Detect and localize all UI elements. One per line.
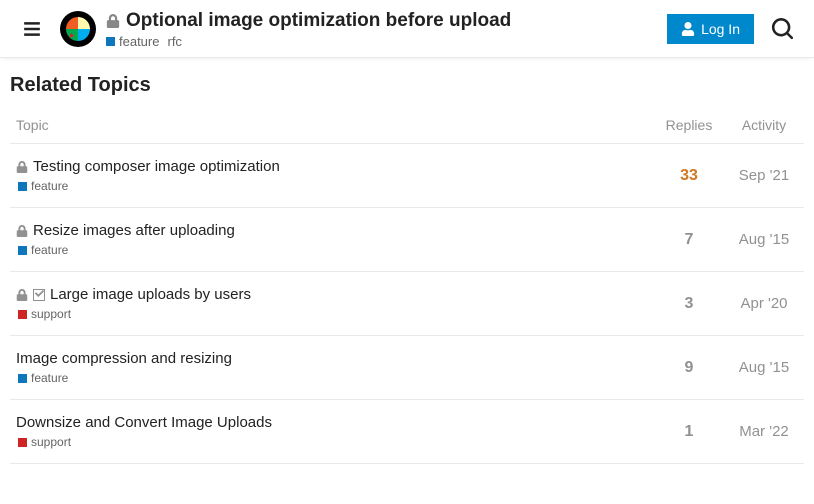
solved-icon	[33, 289, 45, 301]
lock-icon	[16, 289, 28, 301]
category-badge[interactable]: support	[18, 435, 648, 449]
reply-count[interactable]: 3	[654, 272, 724, 336]
category-badge[interactable]: support	[18, 307, 648, 321]
activity-date[interactable]: Apr '20	[724, 272, 804, 336]
login-label: Log In	[701, 21, 740, 37]
activity-date[interactable]: Aug '15	[724, 336, 804, 400]
search-button[interactable]	[760, 7, 804, 51]
reply-count[interactable]: 9	[654, 336, 724, 400]
topic-title-block: Optional image optimization before uploa…	[106, 8, 667, 49]
col-header-activity[interactable]: Activity	[724, 107, 804, 144]
site-logo[interactable]	[60, 11, 96, 47]
col-header-topic[interactable]: Topic	[10, 107, 654, 144]
topic-link[interactable]: Image compression and resizing	[16, 350, 232, 367]
section-title: Related Topics	[10, 74, 804, 97]
topic-title[interactable]: Optional image optimization before uploa…	[126, 10, 511, 32]
category-name: feature	[31, 243, 68, 257]
category-badge[interactable]: feature	[18, 179, 648, 193]
sidebar-toggle-button[interactable]	[10, 7, 54, 51]
category-name: support	[31, 435, 71, 449]
tag-rfc[interactable]: rfc	[167, 34, 181, 49]
category-name: support	[31, 307, 71, 321]
table-row: Image compression and resizing feature 9Au…	[10, 336, 804, 400]
activity-date[interactable]: Aug '15	[724, 208, 804, 272]
related-topics-table: Topic Replies Activity Testing composer …	[10, 107, 804, 464]
lock-icon	[106, 14, 120, 28]
topic-link[interactable]: Large image uploads by users	[50, 286, 251, 303]
col-header-replies[interactable]: Replies	[654, 107, 724, 144]
lock-icon	[16, 225, 28, 237]
topic-link[interactable]: Downsize and Convert Image Uploads	[16, 414, 272, 431]
category-color-icon	[18, 182, 27, 191]
reply-count[interactable]: 7	[654, 208, 724, 272]
activity-date[interactable]: Mar '22	[724, 400, 804, 464]
category-color-icon	[18, 374, 27, 383]
lock-icon	[16, 161, 28, 173]
search-icon	[771, 18, 793, 40]
reply-count[interactable]: 33	[654, 144, 724, 208]
category-badge[interactable]: feature	[106, 34, 159, 49]
category-badge[interactable]: feature	[18, 371, 648, 385]
category-color-icon	[18, 246, 27, 255]
table-row: Large image uploads by users support 3Apr …	[10, 272, 804, 336]
table-row: Resize images after uploading feature 7Aug…	[10, 208, 804, 272]
category-color-icon	[18, 438, 27, 447]
category-name: feature	[31, 179, 68, 193]
category-name: feature	[119, 34, 159, 49]
login-button[interactable]: Log In	[667, 14, 754, 44]
table-row: Testing composer image optimization featu…	[10, 144, 804, 208]
reply-count[interactable]: 1	[654, 400, 724, 464]
hamburger-icon	[23, 20, 41, 38]
category-badge[interactable]: feature	[18, 243, 648, 257]
user-icon	[681, 22, 695, 36]
category-name: feature	[31, 371, 68, 385]
activity-date[interactable]: Sep '21	[724, 144, 804, 208]
category-color-icon	[18, 310, 27, 319]
table-row: Downsize and Convert Image Uploads suppor…	[10, 400, 804, 464]
category-color-icon	[106, 37, 115, 46]
topic-link[interactable]: Testing composer image optimization	[33, 158, 280, 175]
site-header: Optional image optimization before uploa…	[0, 0, 814, 58]
topic-link[interactable]: Resize images after uploading	[33, 222, 235, 239]
